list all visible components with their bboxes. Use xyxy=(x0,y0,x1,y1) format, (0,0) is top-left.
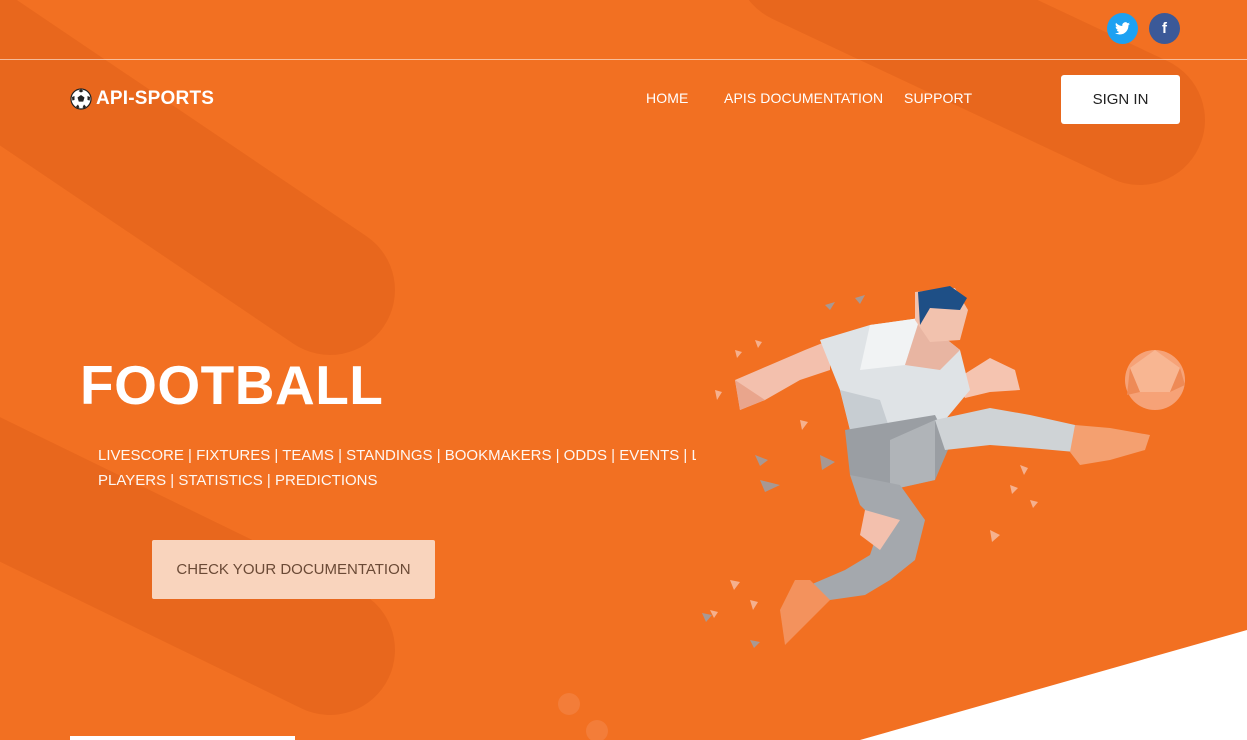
soccer-ball-icon xyxy=(70,88,92,110)
top-bar xyxy=(0,0,1247,60)
twitter-bird-icon xyxy=(1115,22,1130,35)
hero-features-line-2: PLAYERS | STATISTICS | PREDICTIONS xyxy=(98,472,378,489)
nav-apis-documentation[interactable]: APIS DOCUMENTATION xyxy=(724,90,883,106)
nav-support[interactable]: SUPPORT xyxy=(904,90,972,106)
facebook-f-icon: f xyxy=(1162,20,1167,37)
brand-name: API-SPORTS xyxy=(96,88,215,109)
brand-logo[interactable]: API-SPORTS xyxy=(70,86,214,112)
facebook-button[interactable]: f xyxy=(1149,13,1180,44)
twitter-button[interactable] xyxy=(1107,13,1138,44)
football-player-illustration xyxy=(702,286,1185,648)
check-documentation-button[interactable]: CHECK YOUR DOCUMENTATION xyxy=(152,540,435,599)
sign-in-button[interactable]: SIGN IN xyxy=(1061,75,1180,124)
hero-features-line-1: LIVESCORE | FIXTURES | TEAMS | STANDINGS… xyxy=(98,447,696,464)
hero-title: FOOTBALL xyxy=(80,354,384,416)
nav-home[interactable]: HOME xyxy=(646,90,688,106)
